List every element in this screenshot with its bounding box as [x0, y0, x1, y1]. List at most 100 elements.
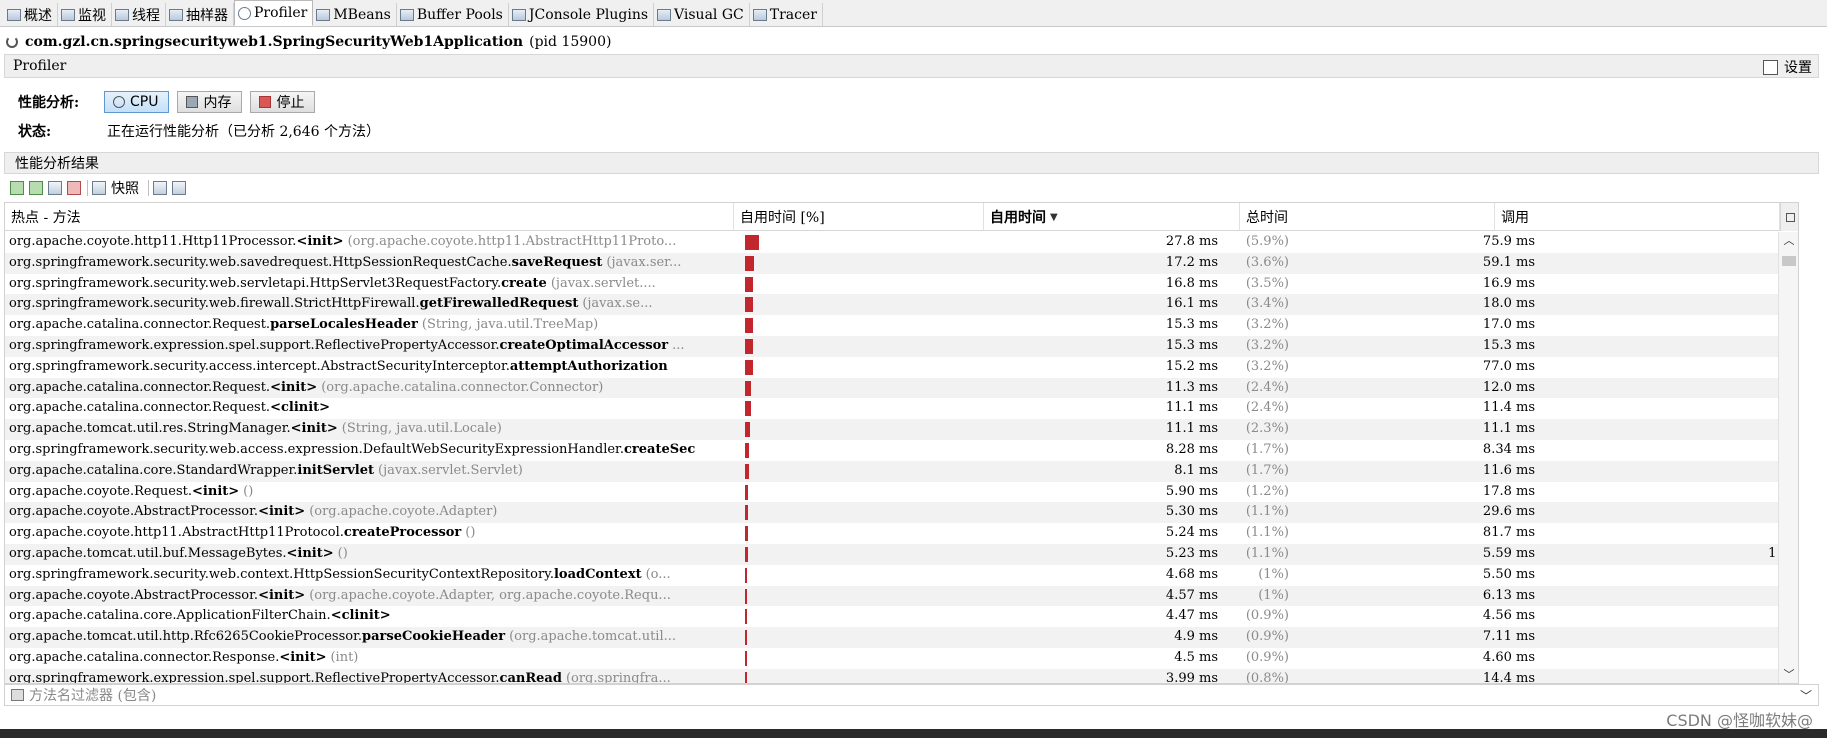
self-time-bar — [745, 650, 747, 666]
stop-button[interactable]: 停止 — [250, 91, 316, 113]
save-image-icon[interactable] — [172, 181, 186, 195]
table-row[interactable]: org.apache.catalina.core.StandardWrapper… — [5, 460, 1780, 482]
scroll-thumb[interactable] — [1782, 256, 1796, 266]
tab-overview[interactable]: 概述 — [4, 3, 58, 26]
scroll-down-icon[interactable]: ﹀ — [1779, 666, 1798, 683]
table-row[interactable]: org.apache.catalina.connector.Request.<c… — [5, 398, 1780, 419]
method-signature: () — [243, 483, 254, 499]
method-filter-field[interactable]: 方法名过滤器 (包含) ﹀ — [4, 684, 1819, 706]
self-pct-cell: (0.9%) — [1245, 629, 1289, 645]
tab-mbeans[interactable]: MBeans — [313, 3, 397, 26]
profiler-panel-header: Profiler 设置 — [4, 54, 1819, 78]
column-header-invocations[interactable]: 调用 — [1495, 203, 1780, 231]
self-pct-cell: (1.7%) — [1245, 441, 1289, 457]
status-label: 状态: — [18, 124, 52, 140]
table-row[interactable]: org.apache.tomcat.util.buf.MessageBytes.… — [5, 543, 1780, 565]
scroll-up-icon[interactable]: ︿ — [1779, 232, 1798, 250]
delete-icon[interactable] — [48, 181, 62, 195]
method-signature: (o... — [645, 566, 671, 582]
tab-tracer[interactable]: Tracer — [750, 3, 823, 26]
table-row[interactable]: org.apache.tomcat.util.http.Rfc6265Cooki… — [5, 627, 1780, 648]
total-time-cell: 18.0 ms — [1482, 296, 1535, 312]
memory-button[interactable]: 内存 — [177, 91, 243, 113]
column-header-self-time[interactable]: 自用时间 ▼ — [984, 203, 1240, 231]
table-row[interactable]: org.apache.coyote.Request.<init>() 5.90 m… — [5, 482, 1780, 503]
tab-visual-gc[interactable]: Visual GC — [654, 3, 750, 26]
filter-placeholder: 方法名过滤器 (包含) — [29, 688, 157, 704]
live-results-icon[interactable] — [10, 181, 24, 195]
self-pct-cell: (1.1%) — [1245, 525, 1289, 541]
tab-sampler[interactable]: 抽样器 — [166, 3, 234, 26]
self-time-bar-cell — [742, 586, 1032, 607]
invocations-cell: 1 — [1545, 461, 1780, 482]
table-row[interactable]: org.springframework.security.web.savedre… — [5, 252, 1780, 274]
stop-icon — [259, 96, 272, 108]
method-cell: org.springframework.expression.spel.supp… — [9, 336, 738, 357]
table-row[interactable]: org.apache.catalina.core.ApplicationFilt… — [5, 606, 1780, 627]
method-signature: (javax.se... — [582, 296, 653, 312]
filter-dropdown-icon[interactable]: ﹀ — [1800, 687, 1812, 704]
tab-label: Buffer Pools — [416, 6, 503, 23]
method-package: org.apache.catalina.core.StandardWrapper… — [9, 462, 298, 478]
profiling-mode-label: 性能分析: — [18, 95, 80, 111]
table-row[interactable]: org.springframework.security.web.firewal… — [5, 294, 1780, 316]
table-row[interactable]: org.apache.coyote.http11.AbstractHttp11P… — [5, 523, 1780, 544]
invocations-cell: 1 — [1545, 253, 1780, 274]
table-row[interactable]: org.apache.tomcat.util.res.StringManager… — [5, 419, 1780, 440]
method-package: org.springframework.security.access.inte… — [9, 358, 510, 374]
table-row[interactable]: org.apache.catalina.connector.Request.pa… — [5, 315, 1780, 336]
method-package: org.springframework.security.web.firewal… — [9, 296, 420, 312]
column-header-total-time[interactable]: 总时间 — [1240, 203, 1495, 231]
tab-jconsole[interactable]: JConsole Plugins — [509, 3, 655, 26]
reset-results-icon[interactable] — [67, 181, 81, 195]
tab-profiler[interactable]: Profiler — [234, 0, 314, 26]
self-time-cell: 4.9 ms — [1174, 629, 1218, 645]
tab-label: Profiler — [254, 5, 308, 21]
vertical-scrollbar[interactable]: ︿ ﹀ — [1778, 232, 1798, 683]
self-time-bar-cell — [742, 440, 1032, 461]
invocations-cell: 2 — [1545, 627, 1780, 648]
cpu-button[interactable]: CPU — [104, 91, 170, 113]
column-header-method[interactable]: 热点 - 方法 — [5, 203, 734, 231]
tab-threads[interactable]: 线程 — [112, 3, 166, 26]
table-row[interactable]: org.springframework.security.web.servlet… — [5, 274, 1780, 295]
tab-monitor[interactable]: 监视 — [58, 3, 112, 26]
table-row[interactable]: org.springframework.security.web.access.… — [5, 440, 1780, 461]
table-row[interactable]: org.springframework.expression.spel.supp… — [5, 668, 1780, 684]
self-time-cell: 4.5 ms — [1174, 649, 1218, 665]
table-row[interactable]: org.apache.coyote.AbstractProcessor.<ini… — [5, 585, 1780, 607]
profiler-icon — [238, 6, 251, 20]
invocations-cell: 1 — [1545, 669, 1780, 683]
method-name: <init> — [192, 483, 240, 499]
snapshot-button-label[interactable]: 快照 — [111, 178, 139, 198]
method-cell: org.apache.catalina.connector.Request.<i… — [9, 378, 738, 399]
bottom-strip — [0, 729, 1827, 738]
self-pct-cell: (5.9%) — [1245, 234, 1289, 249]
method-name: attemptAuthorization — [509, 358, 668, 374]
method-name: initServlet — [297, 462, 375, 478]
method-cell: org.apache.catalina.connector.Response.<… — [9, 648, 738, 669]
export-icon[interactable] — [153, 181, 167, 195]
table-row[interactable]: org.apache.coyote.AbstractProcessor.<ini… — [5, 502, 1780, 524]
table-row[interactable]: org.apache.coyote.http11.Http11Processor… — [5, 232, 1780, 253]
settings-checkbox[interactable] — [1763, 59, 1778, 75]
column-header-self-pct[interactable]: 自用时间 [%] — [734, 203, 984, 231]
self-time-cell: 4.68 ms — [1165, 566, 1218, 582]
column-selector-button[interactable] — [1780, 203, 1798, 231]
refresh-icon[interactable] — [29, 181, 43, 195]
results-title: 性能分析结果 — [15, 156, 99, 172]
total-time-cell: 12.0 ms — [1482, 379, 1535, 395]
tab-buffer-pools[interactable]: Buffer Pools — [397, 3, 509, 26]
invocations-cell: 1 — [1545, 398, 1780, 419]
table-row[interactable]: org.apache.catalina.connector.Response.<… — [5, 648, 1780, 669]
self-time-bar — [745, 630, 747, 646]
table-row[interactable]: org.springframework.expression.spel.supp… — [5, 335, 1780, 357]
invocations-cell: 1 — [1545, 274, 1780, 295]
settings-toggle[interactable]: 设置 — [1763, 57, 1812, 77]
snapshot-icon[interactable] — [92, 181, 106, 195]
table-row[interactable]: org.springframework.security.web.context… — [5, 565, 1780, 586]
method-package: org.springframework.expression.spel.supp… — [9, 670, 500, 684]
tab-label: Visual GC — [674, 6, 744, 23]
table-row[interactable]: org.springframework.security.access.inte… — [5, 357, 1780, 378]
table-row[interactable]: org.apache.catalina.connector.Request.<i… — [5, 377, 1780, 399]
